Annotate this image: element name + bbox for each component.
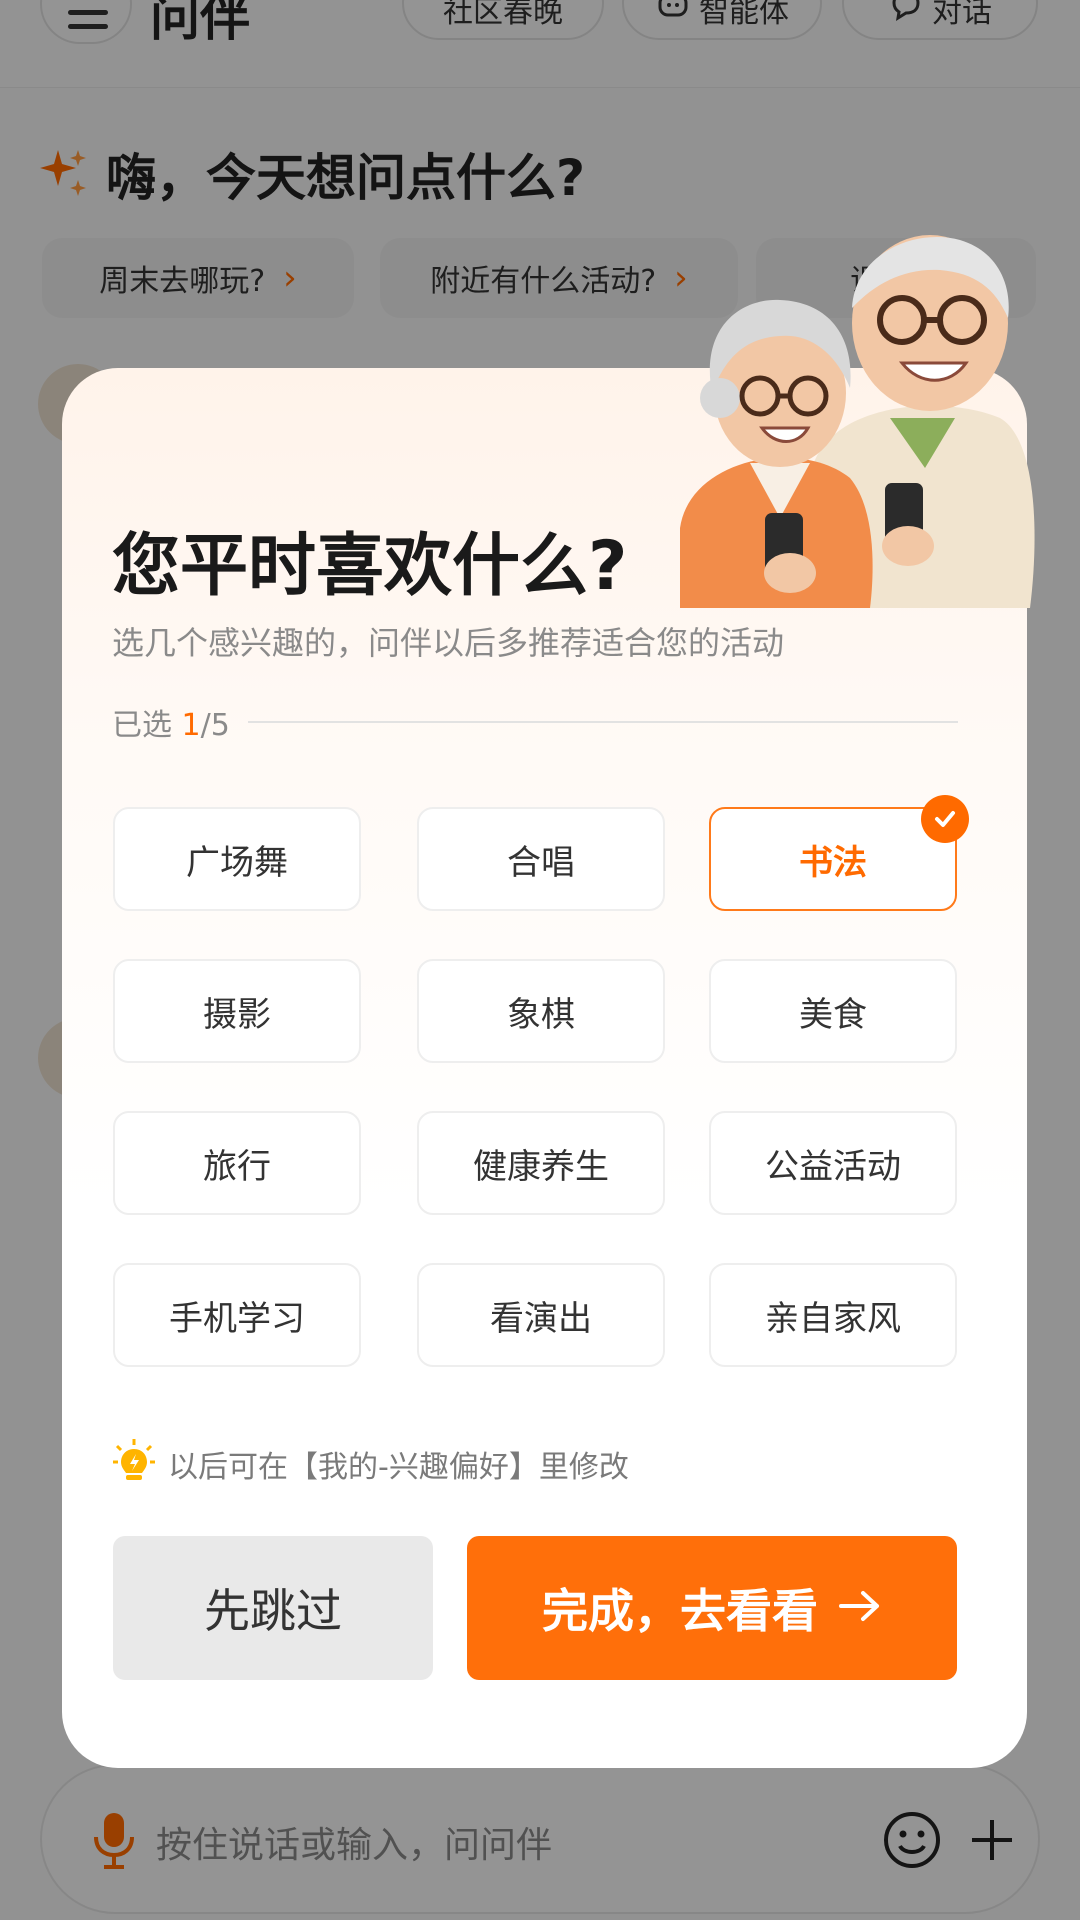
preference-tip: 以后可在【我的-兴趣偏好】里修改 <box>112 1438 629 1490</box>
preference-tip-text: 以后可在【我的-兴趣偏好】里修改 <box>168 1450 629 1485</box>
dialog-subtitle: 选几个感兴趣的，问伴以后多推荐适合您的活动 <box>112 624 785 662</box>
interest-option[interactable]: 美食 <box>709 959 957 1063</box>
interest-option[interactable]: 公益活动 <box>709 1111 957 1215</box>
selection-counter-total: /5 <box>200 708 230 743</box>
skip-button[interactable]: 先跳过 <box>113 1536 433 1680</box>
interest-option[interactable]: 旅行 <box>113 1111 361 1215</box>
interest-option[interactable]: 象棋 <box>417 959 665 1063</box>
interest-option-label: 手机学习 <box>169 1298 305 1339</box>
finish-button-label: 完成，去看看 <box>542 1584 818 1638</box>
interest-option-label: 公益活动 <box>765 1146 901 1187</box>
lightbulb-icon <box>112 1438 156 1490</box>
dialog-title: 您平时喜欢什么? <box>112 527 628 606</box>
selection-counter: 已选 1/5 <box>112 700 230 744</box>
interest-option-label: 美食 <box>799 994 867 1035</box>
skip-button-label: 先跳过 <box>204 1584 342 1638</box>
interest-option[interactable]: 广场舞 <box>113 807 361 911</box>
elderly-couple-illustration <box>640 228 1040 608</box>
interest-option-label: 广场舞 <box>186 842 288 883</box>
interest-option-label: 合唱 <box>507 842 575 883</box>
interest-option-selected[interactable]: 书法 <box>709 795 969 911</box>
interest-option-label: 象棋 <box>507 994 575 1035</box>
selection-counter-current: 1 <box>181 708 201 743</box>
interest-option-label: 书法 <box>799 842 867 883</box>
interest-option[interactable]: 手机学习 <box>113 1263 361 1367</box>
interest-option[interactable]: 健康养生 <box>417 1111 665 1215</box>
checkmark-icon <box>921 795 969 843</box>
interest-option-label: 看演出 <box>490 1298 592 1339</box>
interest-option[interactable]: 摄影 <box>113 959 361 1063</box>
arrow-right-icon <box>838 1581 882 1635</box>
interest-option-label: 摄影 <box>203 994 271 1035</box>
selection-counter-prefix: 已选 <box>112 708 182 743</box>
finish-button[interactable]: 完成，去看看 <box>467 1536 957 1680</box>
interest-option[interactable]: 合唱 <box>417 807 665 911</box>
interest-option-label: 旅行 <box>203 1146 271 1187</box>
interest-option-label: 健康养生 <box>473 1146 609 1187</box>
interest-option[interactable]: 看演出 <box>417 1263 665 1367</box>
interest-option[interactable]: 亲自家风 <box>709 1263 957 1367</box>
divider <box>248 721 958 723</box>
interest-option-label: 亲自家风 <box>765 1298 901 1339</box>
